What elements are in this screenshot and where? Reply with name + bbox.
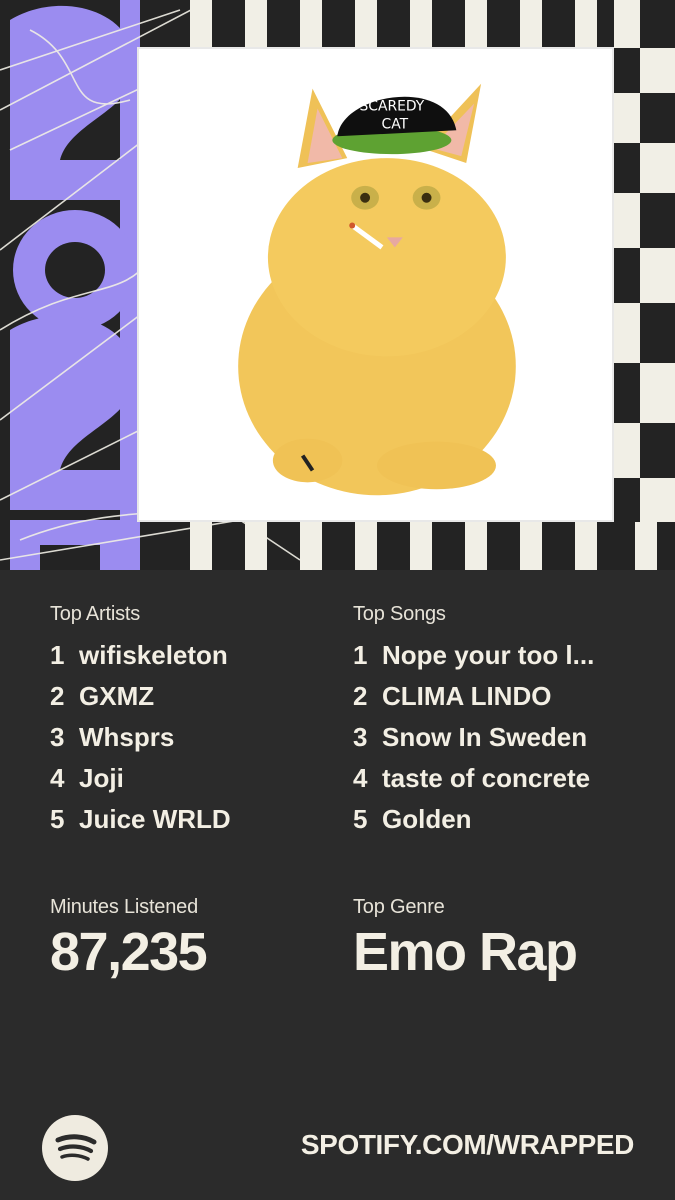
top-genre-section: Top Genre Emo Rap bbox=[353, 896, 578, 982]
list-item: 4 Joji bbox=[50, 763, 231, 804]
list-item: 5 Golden bbox=[353, 804, 594, 845]
rank-number: 4 bbox=[353, 763, 368, 793]
spotify-icon bbox=[55, 1134, 97, 1161]
spotify-logo-icon[interactable] bbox=[42, 1115, 108, 1181]
list-item: 3 Whsprs bbox=[50, 722, 231, 763]
list-item: 1 wifiskeleton bbox=[50, 640, 231, 681]
song-name: taste of concrete bbox=[382, 763, 591, 793]
top-songs-label: Top Songs bbox=[353, 603, 446, 625]
top-genre-label: Top Genre bbox=[353, 896, 445, 918]
list-item: 1 Nope your too l... bbox=[353, 640, 594, 681]
artist-name: wifiskeleton bbox=[79, 640, 228, 670]
rank-number: 3 bbox=[50, 722, 65, 752]
rank-number: 2 bbox=[50, 681, 65, 711]
minutes-listened-label: Minutes Listened bbox=[50, 896, 199, 918]
song-name: Nope your too l... bbox=[382, 640, 595, 670]
list-item: 5 Juice WRLD bbox=[50, 804, 231, 845]
list-item: 2 CLIMA LINDO bbox=[353, 681, 594, 722]
artist-name: Whsprs bbox=[79, 722, 175, 752]
hero-artwork-area: SCAREDY CAT bbox=[0, 0, 675, 570]
artist-name: GXMZ bbox=[79, 681, 155, 711]
hat-text-line2: CAT bbox=[382, 116, 409, 132]
top-genre-value: Emo Rap bbox=[353, 922, 578, 982]
top-songs-list: 1 Nope your too l... 2 CLIMA LINDO 3 Snow I… bbox=[353, 640, 594, 845]
rank-number: 1 bbox=[353, 640, 368, 670]
wrapped-card: SCAREDY CAT Top Artists 1 wifiskeleton 2… bbox=[0, 0, 675, 1200]
rank-number: 5 bbox=[50, 804, 65, 834]
rank-number: 5 bbox=[353, 804, 368, 834]
album-art-image: SCAREDY CAT bbox=[137, 47, 614, 522]
artist-name: Juice WRLD bbox=[79, 804, 231, 834]
artist-name: Joji bbox=[79, 763, 124, 793]
top-songs-section: Top Songs 1 Nope your too l... 2 CLIMA LIN… bbox=[353, 603, 594, 845]
hat-text-line1: SCAREDY bbox=[359, 98, 424, 114]
rank-number: 2 bbox=[353, 681, 368, 711]
list-item: 4 taste of concrete bbox=[353, 763, 594, 804]
top-artists-section: Top Artists 1 wifiskeleton 2 GXMZ 3 Whsprs … bbox=[50, 603, 231, 845]
minutes-listened-section: Minutes Listened 87,235 bbox=[50, 896, 208, 982]
top-artists-label: Top Artists bbox=[50, 603, 141, 625]
song-name: CLIMA LINDO bbox=[382, 681, 552, 711]
song-name: Golden bbox=[382, 804, 472, 834]
rank-number: 4 bbox=[50, 763, 65, 793]
wrapped-url-link[interactable]: SPOTIFY.COM/WRAPPED bbox=[301, 1129, 634, 1161]
rank-number: 3 bbox=[353, 722, 368, 752]
list-item: 3 Snow In Sweden bbox=[353, 722, 594, 763]
cat-illustration: SCAREDY CAT bbox=[139, 49, 612, 520]
song-name: Snow In Sweden bbox=[382, 722, 588, 752]
minutes-listened-value: 87,235 bbox=[50, 922, 208, 982]
top-artists-list: 1 wifiskeleton 2 GXMZ 3 Whsprs 4 Joji 5 Juice… bbox=[50, 640, 231, 845]
list-item: 2 GXMZ bbox=[50, 681, 231, 722]
rank-number: 1 bbox=[50, 640, 65, 670]
